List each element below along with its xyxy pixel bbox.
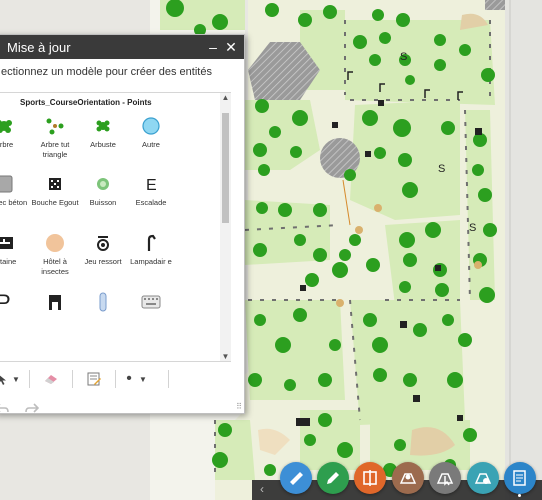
letter-e-icon: E	[125, 173, 177, 195]
parking-p-icon: P	[0, 291, 30, 313]
template-item[interactable]	[77, 291, 129, 316]
edit-panel-button[interactable]	[504, 462, 536, 494]
page-indicator-dot[interactable]	[518, 494, 521, 497]
template-item[interactable]	[125, 291, 177, 316]
svg-text:P: P	[0, 292, 11, 312]
panel-title: Mise à jour	[7, 39, 71, 55]
template-item[interactable]: Lampadair e	[125, 232, 177, 267]
toolbar-separator	[72, 370, 73, 388]
resize-handle-icon[interactable]: ⠿	[236, 402, 242, 411]
scroll-up-icon[interactable]: ▲	[220, 93, 231, 102]
measure-widget-button[interactable]	[280, 462, 312, 494]
circle-blue-icon	[125, 115, 177, 137]
template-label: Jeu ressort	[84, 257, 122, 266]
draw-widget-button[interactable]	[317, 462, 349, 494]
scroll-down-icon[interactable]: ▼	[220, 352, 231, 361]
template-item[interactable]: ontaine	[0, 232, 30, 267]
minimize-button[interactable]: –	[204, 39, 222, 55]
template-label: loc élec béton	[0, 198, 28, 207]
bush-icon	[77, 173, 129, 195]
template-label: Bouche Egout	[31, 198, 79, 207]
edit-widget-button[interactable]	[467, 462, 499, 494]
svg-text:S: S	[469, 222, 476, 234]
fountain-icon	[0, 232, 30, 254]
svg-text:S: S	[438, 163, 445, 175]
point-dropdown-icon[interactable]: ▼	[136, 369, 150, 389]
sewer-icon	[29, 173, 81, 195]
select-widget-button[interactable]	[429, 462, 461, 494]
toolbar-separator	[115, 370, 116, 388]
bookmark-widget-button[interactable]	[392, 462, 424, 494]
svg-text:E: E	[146, 177, 157, 193]
select-icon	[436, 469, 454, 487]
template-item[interactable]: loc élec béton	[0, 173, 30, 208]
undo-icon[interactable]	[0, 401, 9, 418]
layer-name: Sports_CourseOrientation - Points	[20, 98, 152, 107]
insect-hotel-icon	[29, 232, 81, 254]
dock-prev-icon[interactable]: ‹	[260, 482, 264, 496]
streetlamp-icon	[125, 232, 177, 254]
toolbar-separator	[29, 370, 30, 388]
swipe-icon	[361, 469, 379, 487]
template-label: Lampadair e	[130, 257, 172, 266]
template-label: Buisson	[89, 198, 117, 207]
template-item[interactable]	[29, 291, 81, 316]
template-item[interactable]: Autre	[125, 115, 177, 150]
undo-redo-row	[0, 401, 40, 418]
edit-map-icon	[474, 469, 492, 487]
keyboard-icon	[125, 291, 177, 313]
pointer-icon[interactable]	[0, 369, 9, 389]
attributes-icon[interactable]	[79, 369, 109, 389]
panel-header: Mise à jour – ✕	[0, 35, 244, 59]
grey-square-icon	[0, 173, 30, 195]
spring-game-icon	[77, 232, 129, 254]
point-draw-icon[interactable]: •	[122, 369, 136, 389]
tree-triangle-icon	[29, 115, 81, 137]
template-item[interactable]: Bouche Egout	[29, 173, 81, 208]
template-item[interactable]: E Escalade	[125, 173, 177, 208]
pencil-icon	[324, 469, 342, 487]
template-label: ontaine	[0, 257, 17, 266]
scroll-thumb[interactable]	[222, 113, 229, 223]
template-item[interactable]: Arbre tut triangle	[29, 115, 81, 160]
edit-form-icon	[511, 469, 529, 487]
template-item[interactable]: Buisson	[77, 173, 129, 208]
svg-text:S: S	[400, 51, 407, 63]
shrub-icon	[77, 115, 129, 137]
instruction-text: ectionnez un modèle pour créer des entit…	[1, 66, 212, 78]
widget-dock: ‹	[252, 458, 542, 500]
map-pin-icon	[399, 469, 417, 487]
ruler-icon	[287, 469, 305, 487]
template-label: Escalade	[135, 198, 167, 207]
toolbar-separator	[168, 370, 169, 388]
close-button[interactable]: ✕	[222, 39, 240, 56]
template-item[interactable]: Arbre	[0, 115, 30, 150]
template-label: Arbuste	[90, 140, 116, 149]
template-item[interactable]: Jeu ressort	[77, 232, 129, 267]
bench-icon	[29, 291, 81, 313]
tree-icon	[0, 115, 30, 137]
eraser-icon[interactable]	[36, 369, 66, 389]
template-label: Arbre	[0, 140, 14, 149]
pillar-icon	[77, 291, 129, 313]
template-item[interactable]: Arbuste	[77, 115, 129, 150]
compare-widget-button[interactable]	[354, 462, 386, 494]
template-item[interactable]: P	[0, 291, 30, 316]
redo-icon[interactable]	[25, 401, 40, 418]
template-label: Hôtel à insectes	[41, 257, 69, 276]
template-item[interactable]: Hôtel à insectes	[29, 232, 81, 277]
template-label: Arbre tut triangle	[40, 140, 70, 159]
pointer-dropdown-icon[interactable]: ▼	[9, 369, 23, 389]
template-label: Autre	[142, 140, 160, 149]
template-picker: Sports_CourseOrientation - Points Arbre A…	[0, 92, 231, 362]
template-scrollbar[interactable]: ▲ ▼	[220, 93, 231, 361]
edit-panel: Mise à jour – ✕ ectionnez un modèle pour…	[0, 34, 245, 414]
draw-toolbar: ▼ • ▼	[0, 368, 231, 390]
